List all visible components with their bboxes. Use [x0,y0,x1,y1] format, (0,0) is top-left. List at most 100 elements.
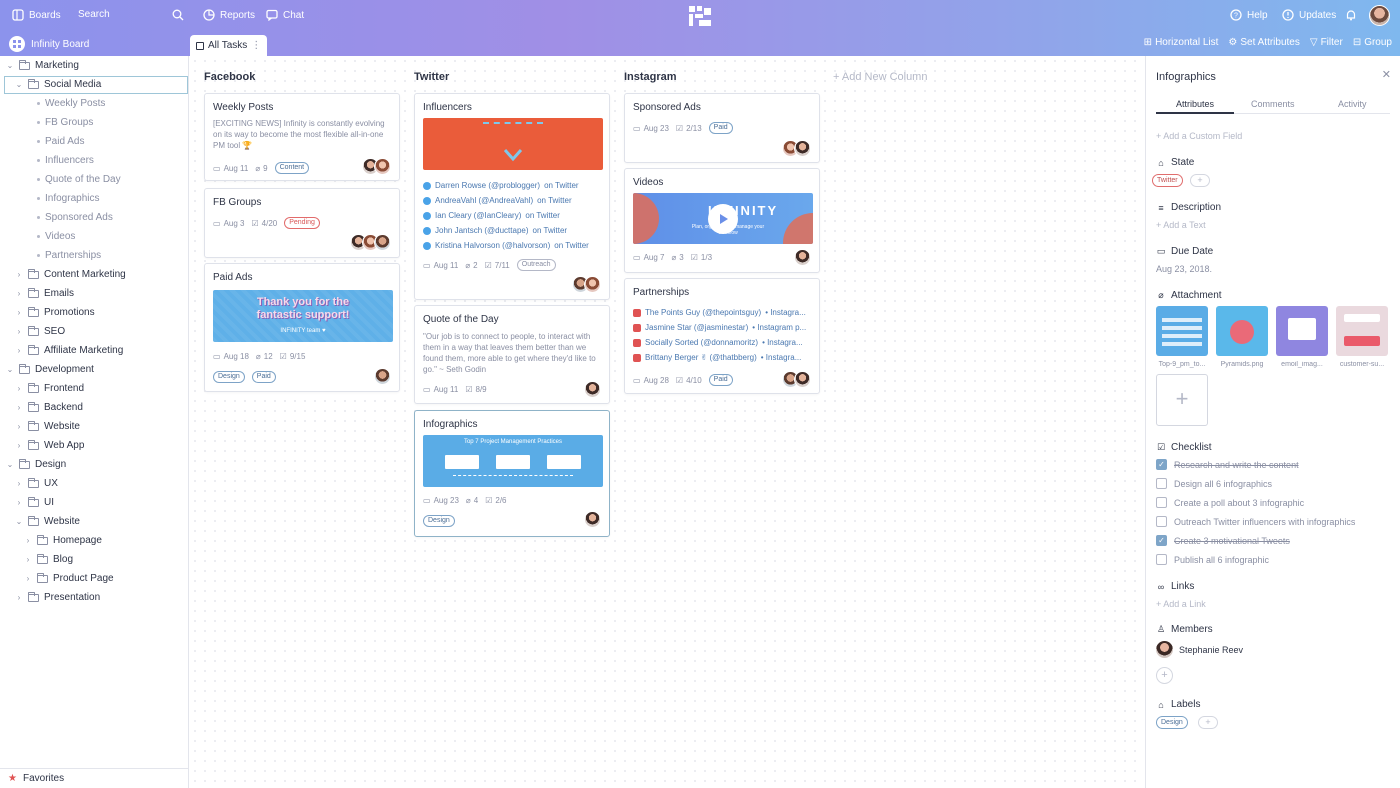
tab-all-tasks[interactable]: All Tasks ⋮ [190,35,268,56]
checklist-item[interactable]: Outreach Twitter influencers with infogr… [1156,516,1355,527]
twitter-link[interactable]: AndreaVahl (@AndreaVahl) on Twitter [423,193,607,208]
attachment-thumb[interactable] [1276,306,1328,356]
instagram-link[interactable]: Brittany Berger ✌ (@thatbberg) • Instagra… [633,350,817,365]
sidebar-item[interactable]: Videos [24,227,75,246]
checkbox[interactable] [1156,516,1167,527]
state-chip[interactable]: Twitter [1152,174,1183,187]
sidebar-item[interactable]: › Backend [15,398,83,417]
due-date-value[interactable]: Aug 23, 2018. [1156,264,1212,274]
add-state-button[interactable]: + [1190,174,1210,187]
sidebar-item[interactable]: › Website [15,417,80,436]
sidebar-item[interactable]: › Web App [15,436,84,455]
notifications-button[interactable] [1345,9,1357,21]
tab-attributes[interactable]: Attributes [1176,99,1214,109]
close-icon[interactable]: ✕ [1382,68,1391,81]
sidebar-item[interactable]: ⌄ Development [6,360,94,379]
twitter-link[interactable]: Kristina Halvorson (@halvorson) on Twitte… [423,238,607,253]
card-weekly-posts[interactable]: Weekly Posts [EXCITING NEWS] Infinity is… [204,93,400,181]
filter-button[interactable]: ▽ Filter [1310,37,1343,48]
card-paid-ads[interactable]: Paid Ads Thank you for the fantastic sup… [204,263,400,392]
add-label-button[interactable]: + [1198,716,1218,729]
chevron-right-icon[interactable]: › [15,270,23,279]
sidebar-item[interactable]: ⌄ Social Media [15,75,101,94]
card-partnerships[interactable]: Partnerships The Points Guy (@thepointsg… [624,278,820,394]
attachment-thumb[interactable] [1216,306,1268,356]
card-quote-of-the-day[interactable]: Quote of the Day "Our job is to connect … [414,305,610,404]
card-videos[interactable]: Videos INFINITY Plan, organize and manag… [624,168,820,273]
instagram-link[interactable]: Jasmine Star (@jasminestar) • Instagram p… [633,320,817,335]
sidebar-item[interactable]: › Blog [24,550,73,569]
sidebar-item[interactable]: › Emails [15,284,74,303]
sidebar-item[interactable]: › Product Page [24,569,114,588]
checklist-item[interactable]: Create a poll about 3 infographic [1156,497,1304,508]
chevron-right-icon[interactable]: › [15,593,23,602]
sidebar-item[interactable]: Weekly Posts [24,94,105,113]
sidebar-item[interactable]: Sponsored Ads [24,208,113,227]
search-button[interactable] [172,9,184,21]
sidebar-item[interactable]: Partnerships [24,246,101,265]
attachment-thumb[interactable] [1156,306,1208,356]
checkbox[interactable] [1156,554,1167,565]
chevron-right-icon[interactable]: › [15,384,23,393]
add-link-button[interactable]: + Add a Link [1156,599,1206,609]
sidebar-item[interactable]: Infographics [24,189,99,208]
checklist-item[interactable]: Design all 6 infographics [1156,478,1272,489]
sidebar-item[interactable]: ⌄ Design [6,455,66,474]
card-fb-groups[interactable]: FB Groups ▭ Aug 3 ☑ 4/20 Pending [204,188,400,258]
instagram-link[interactable]: Socially Sorted (@donnamoritz) • Instagra… [633,335,817,350]
sidebar-item[interactable]: › UI [15,493,54,512]
checkbox[interactable]: ✓ [1156,535,1167,546]
add-text-button[interactable]: + Add a Text [1156,220,1206,230]
add-column-button[interactable]: + Add New Column [833,71,927,83]
sidebar-item[interactable]: › UX [15,474,58,493]
sidebar-item[interactable]: › Presentation [15,588,100,607]
chevron-down-icon[interactable]: ⌄ [6,61,14,70]
checkbox[interactable]: ✓ [1156,459,1167,470]
chevron-right-icon[interactable]: › [15,346,23,355]
add-member-button[interactable]: + [1156,667,1173,684]
label-chip[interactable]: Design [1156,716,1188,729]
chevron-down-icon[interactable]: ⌄ [6,460,14,469]
chevron-right-icon[interactable]: › [15,441,23,450]
set-attributes-button[interactable]: ⚙ Set Attributes [1228,37,1299,48]
reports-button[interactable]: Reports [203,9,255,21]
sidebar-item[interactable]: › Frontend [15,379,84,398]
card-sponsored-ads[interactable]: Sponsored Ads ▭ Aug 23 ☑ 2/13 Paid [624,93,820,163]
chevron-right-icon[interactable]: › [24,536,32,545]
chevron-down-icon[interactable]: ⌄ [6,365,14,374]
sidebar-item[interactable]: › Promotions [15,303,95,322]
tab-comments[interactable]: Comments [1251,99,1295,109]
play-button[interactable] [708,204,738,234]
sidebar-item[interactable]: › SEO [15,322,65,341]
sidebar-item[interactable]: Influencers [24,151,94,170]
chat-button[interactable]: Chat [266,9,304,21]
add-custom-field-button[interactable]: + Add a Custom Field [1156,131,1242,141]
chevron-right-icon[interactable]: › [15,289,23,298]
chevron-right-icon[interactable]: › [24,555,32,564]
search-field[interactable]: Search [78,9,110,20]
group-button[interactable]: ⊟ Group [1353,37,1392,48]
checkbox[interactable] [1156,497,1167,508]
horizontal-list-button[interactable]: ⊞ Horizontal List [1144,37,1219,48]
sidebar-item[interactable]: ⌄ Website [15,512,80,531]
chevron-right-icon[interactable]: › [24,574,32,583]
board-title[interactable]: Infinity Board [9,36,89,52]
checklist-item[interactable]: Publish all 6 infographic [1156,554,1269,565]
chevron-right-icon[interactable]: › [15,422,23,431]
attachment-thumb[interactable] [1336,306,1388,356]
chevron-down-icon[interactable]: ⌄ [15,80,23,89]
checklist-item[interactable]: ✓ Create 3 motivational Tweets [1156,535,1290,546]
sidebar-item[interactable]: ⌄ Marketing [6,56,79,75]
chevron-right-icon[interactable]: › [15,327,23,336]
sidebar-item[interactable]: Quote of the Day [24,170,121,189]
twitter-link[interactable]: Darren Rowse (@problogger) on Twitter [423,178,607,193]
sidebar-item[interactable]: › Homepage [24,531,102,550]
checklist-item[interactable]: ✓ Research and write the content [1156,459,1299,470]
add-tab-button[interactable]: + [259,36,267,52]
add-attachment-button[interactable]: + [1156,374,1208,426]
user-avatar[interactable] [1369,5,1390,26]
sidebar-item[interactable]: Paid Ads [24,132,84,151]
card-influencers[interactable]: Influencers Darren Rowse (@problogger) on… [414,93,610,300]
chevron-right-icon[interactable]: › [15,479,23,488]
favorites-button[interactable]: ★ Favorites [0,768,189,788]
